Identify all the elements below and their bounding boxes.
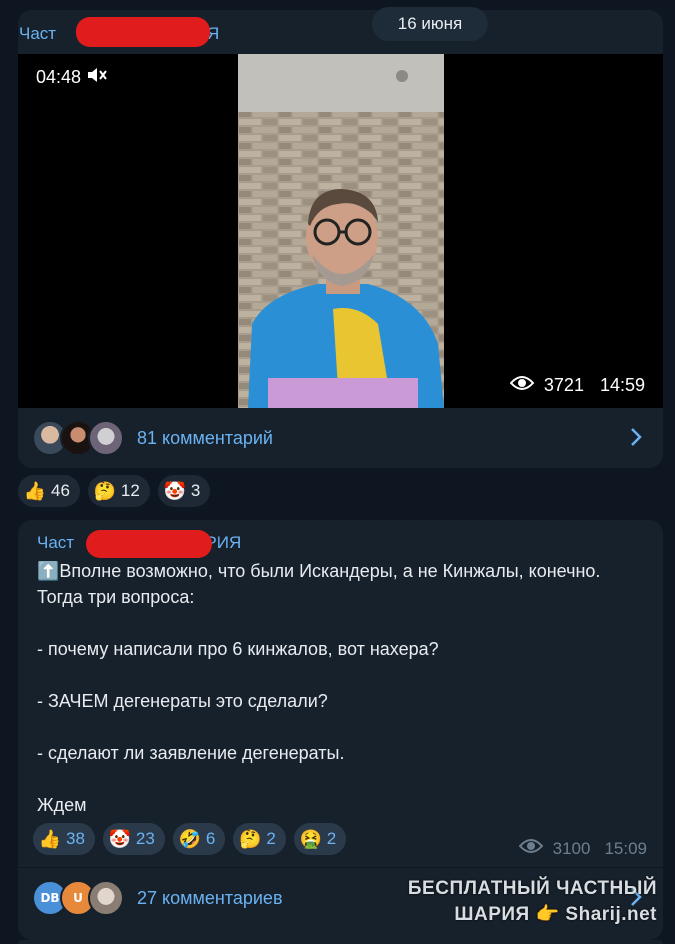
date-separator: 16 июня (372, 7, 488, 41)
thinking-icon: 🤔 (93, 480, 117, 501)
avatar (88, 880, 124, 916)
reaction-clown[interactable]: 🤡 3 (157, 475, 211, 507)
watermark-name: ШАРИЯ (454, 904, 530, 925)
commenter-avatars (32, 420, 132, 456)
next-message-edge (18, 940, 663, 944)
date-label: 16 июня (397, 14, 463, 33)
chevron-right-icon[interactable] (629, 426, 643, 452)
video-elapsed: 04:48 (36, 66, 107, 89)
reaction-nauseated[interactable]: 🤮 2 (293, 823, 347, 855)
redaction-mark (76, 17, 210, 47)
reaction-rofl[interactable]: 🤣 6 (172, 823, 226, 855)
thumbs-up-icon: 👍 (38, 828, 62, 849)
eye-icon (518, 838, 543, 859)
video-stats: 3721 14:59 (509, 375, 645, 396)
commenter-avatars: DB U (32, 880, 132, 916)
reaction-count: 23 (135, 829, 155, 848)
watermark-site: Sharij.net (565, 904, 657, 925)
reaction-count: 12 (120, 481, 140, 500)
avatar-initials: DB (40, 891, 60, 905)
reaction-count: 6 (205, 829, 216, 848)
clown-icon: 🤡 (163, 480, 187, 501)
reaction-thinking[interactable]: 🤔 12 (87, 475, 150, 507)
pointing-hand-icon: 👉 (535, 904, 560, 925)
reaction-count: 38 (66, 829, 85, 848)
reaction-count: 2 (266, 829, 276, 848)
video-player[interactable]: 04:48 3721 14:59 (18, 54, 663, 408)
nauseated-icon: 🤮 (299, 828, 322, 849)
eye-icon (509, 375, 535, 396)
reaction-count: 3 (190, 481, 201, 500)
watermark-line2: ШАРИЯ 👉 Sharij.net (408, 902, 657, 928)
rofl-icon: 🤣 (178, 828, 202, 849)
view-count: 3100 (552, 838, 591, 858)
reactions-bar: 👍 46 🤔 12 🤡 3 (18, 475, 211, 507)
reactions-bar: 👍 38 🤡 23 🤣 6 🤔 2 🤮 2 (33, 823, 347, 855)
watermark: БЕСПЛАТНЫЙ ЧАСТНЫЙ ШАРИЯ 👉 Sharij.net (408, 876, 657, 928)
video-frame (238, 54, 444, 408)
channel-name-start: Част (19, 24, 57, 43)
redaction-mark (86, 530, 212, 558)
reaction-count: 46 (51, 481, 70, 500)
comments-count-label: 27 комментариев (137, 887, 283, 908)
reaction-thumbs-up[interactable]: 👍 46 (18, 475, 80, 507)
thinking-icon: 🤔 (239, 828, 262, 849)
clown-icon: 🤡 (108, 828, 132, 849)
post-time: 15:09 (604, 838, 647, 858)
avatar-initials: U (73, 891, 83, 905)
watermark-line1: БЕСПЛАТНЫЙ ЧАСТНЫЙ (407, 878, 657, 899)
view-count: 3721 (543, 375, 584, 395)
post-time: 14:59 (599, 375, 645, 395)
thumbs-up-icon: 👍 (23, 480, 47, 501)
message-text: ⬆️Вполне возможно, что были Искандеры, а… (37, 561, 601, 815)
comments-link[interactable]: 81 комментарий (18, 408, 663, 468)
reaction-count: 2 (326, 829, 337, 848)
channel-name-start: Част (37, 533, 75, 552)
elapsed-time: 04:48 (36, 67, 82, 87)
message-meta: 3100 15:09 (518, 838, 647, 859)
comments-count-label: 81 комментарий (137, 427, 273, 448)
reaction-clown[interactable]: 🤡 23 (102, 823, 165, 855)
reaction-thumbs-up[interactable]: 👍 38 (33, 823, 95, 855)
avatar (88, 420, 124, 456)
reaction-thinking[interactable]: 🤔 2 (233, 823, 286, 855)
mute-icon[interactable] (87, 66, 107, 89)
